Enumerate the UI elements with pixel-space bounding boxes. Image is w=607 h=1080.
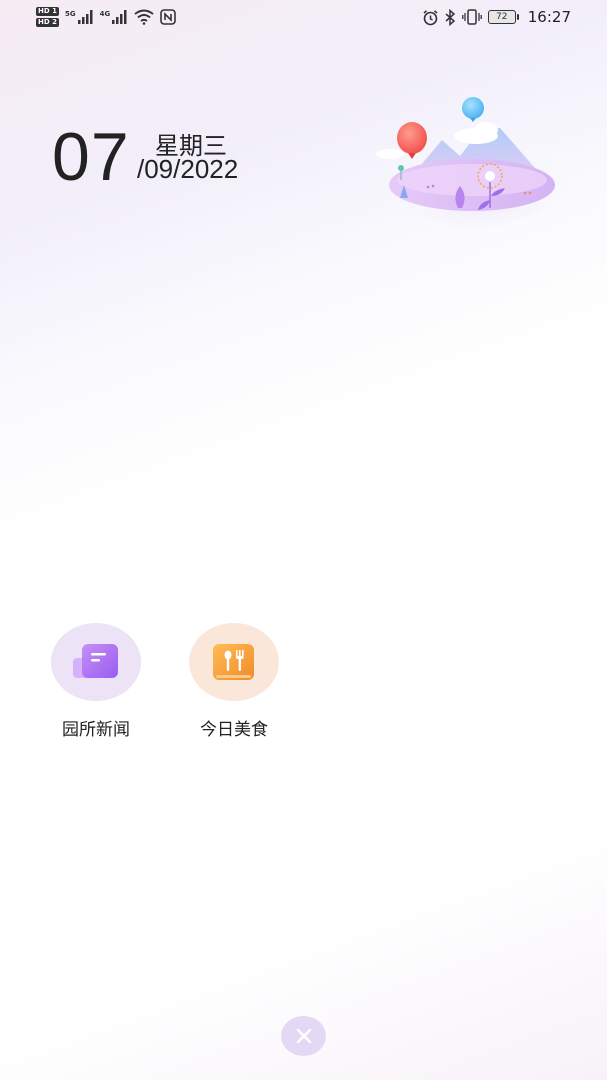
close-button[interactable] <box>281 1016 326 1056</box>
sim1-badge: HD 1 <box>36 7 59 16</box>
app-news[interactable]: 园所新闻 <box>51 623 141 740</box>
nfc-icon <box>160 9 177 25</box>
status-bar: HD 1 HD 2 5G 4G 72 16:27 <box>0 0 607 34</box>
sim-badges: HD 1 HD 2 <box>36 7 59 27</box>
bluetooth-icon <box>445 8 455 26</box>
app-news-label[interactable]: 园所新闻 <box>51 715 141 740</box>
food-icon <box>213 644 254 680</box>
battery-icon: 72 <box>487 10 519 24</box>
signal-bars-icon <box>77 10 93 24</box>
date-day: 07 <box>52 119 130 195</box>
app-food[interactable]: 今日美食 <box>189 623 279 740</box>
balloon-landscape-illustration <box>372 97 565 227</box>
signal-5g-label: 5G <box>64 10 76 18</box>
status-left: HD 1 HD 2 5G 4G <box>36 4 177 30</box>
close-icon <box>296 1028 311 1044</box>
signal-bars-icon <box>112 10 127 24</box>
date-month-year: /09/2022 <box>137 154 239 184</box>
wifi-icon <box>134 9 154 25</box>
food-icon-circle[interactable] <box>189 623 279 701</box>
news-icon-circle[interactable] <box>51 623 141 701</box>
signal-4g-label: 4G <box>99 10 111 18</box>
sim2-badge: HD 2 <box>36 18 59 27</box>
vibrate-icon <box>461 9 482 25</box>
status-right: 72 16:27 <box>422 4 571 30</box>
app-food-label[interactable]: 今日美食 <box>189 715 279 740</box>
alarm-icon <box>423 9 438 25</box>
news-icon <box>73 644 118 678</box>
clock: 16:27 <box>527 8 571 26</box>
signal-5g: 5G <box>65 10 94 24</box>
signal-4g: 4G <box>100 10 129 24</box>
